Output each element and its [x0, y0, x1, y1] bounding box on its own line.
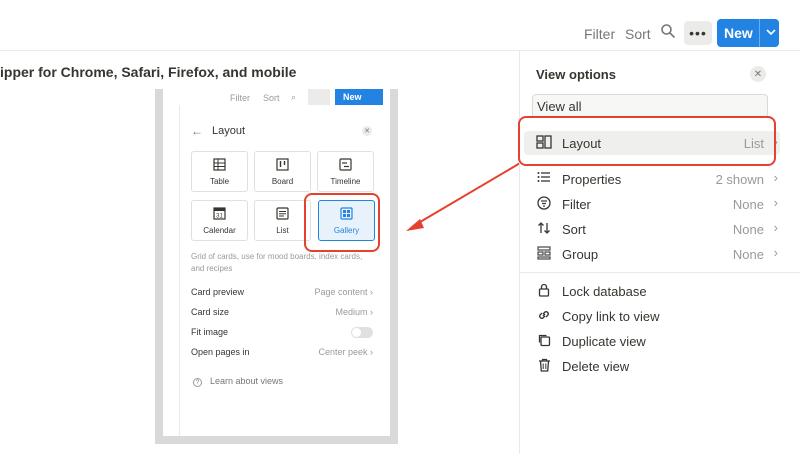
action-label: Copy link to view [562, 309, 660, 324]
action-lock-database[interactable]: Lock database [524, 279, 780, 303]
action-label: Duplicate view [562, 334, 646, 349]
action-duplicate-view[interactable]: Duplicate view [524, 329, 780, 353]
action-label: Lock database [562, 284, 647, 299]
trash-icon [536, 358, 552, 374]
option-value: None [732, 222, 764, 237]
action-copy-link[interactable]: Copy link to view [524, 304, 780, 328]
chevron-right-icon: › [773, 170, 778, 185]
panel-divider [520, 272, 800, 273]
option-sort[interactable]: Sort None › [524, 217, 780, 241]
lock-icon [536, 283, 552, 299]
close-icon[interactable]: ✕ [750, 66, 766, 82]
action-delete-view[interactable]: Delete view [524, 354, 780, 378]
action-label: Delete view [562, 359, 630, 374]
filter-icon [536, 196, 552, 212]
layout-highlight-outline [518, 116, 776, 166]
link-icon [536, 308, 552, 324]
option-label: Sort [562, 222, 586, 237]
option-value: None [732, 247, 764, 262]
properties-icon [536, 171, 552, 187]
option-label: Group [562, 247, 599, 262]
option-label: Filter [562, 197, 591, 212]
panel-title: View options [536, 67, 616, 82]
chevron-right-icon: › [773, 245, 778, 260]
option-properties[interactable]: Properties 2 shown › [524, 167, 780, 191]
group-icon [536, 246, 552, 262]
option-group[interactable]: Group None › [524, 242, 780, 266]
view-options-panel: View options ✕ View all Layout List › Pr… [519, 51, 800, 454]
sort-icon [536, 221, 552, 237]
option-value: None [732, 197, 764, 212]
option-value: 2 shown [715, 172, 764, 187]
view-name-input[interactable]: View all [532, 94, 768, 118]
option-filter[interactable]: Filter None › [524, 192, 780, 216]
chevron-right-icon: › [773, 220, 778, 235]
duplicate-icon [536, 333, 552, 349]
option-label: Properties [562, 172, 622, 187]
chevron-right-icon: › [773, 195, 778, 210]
